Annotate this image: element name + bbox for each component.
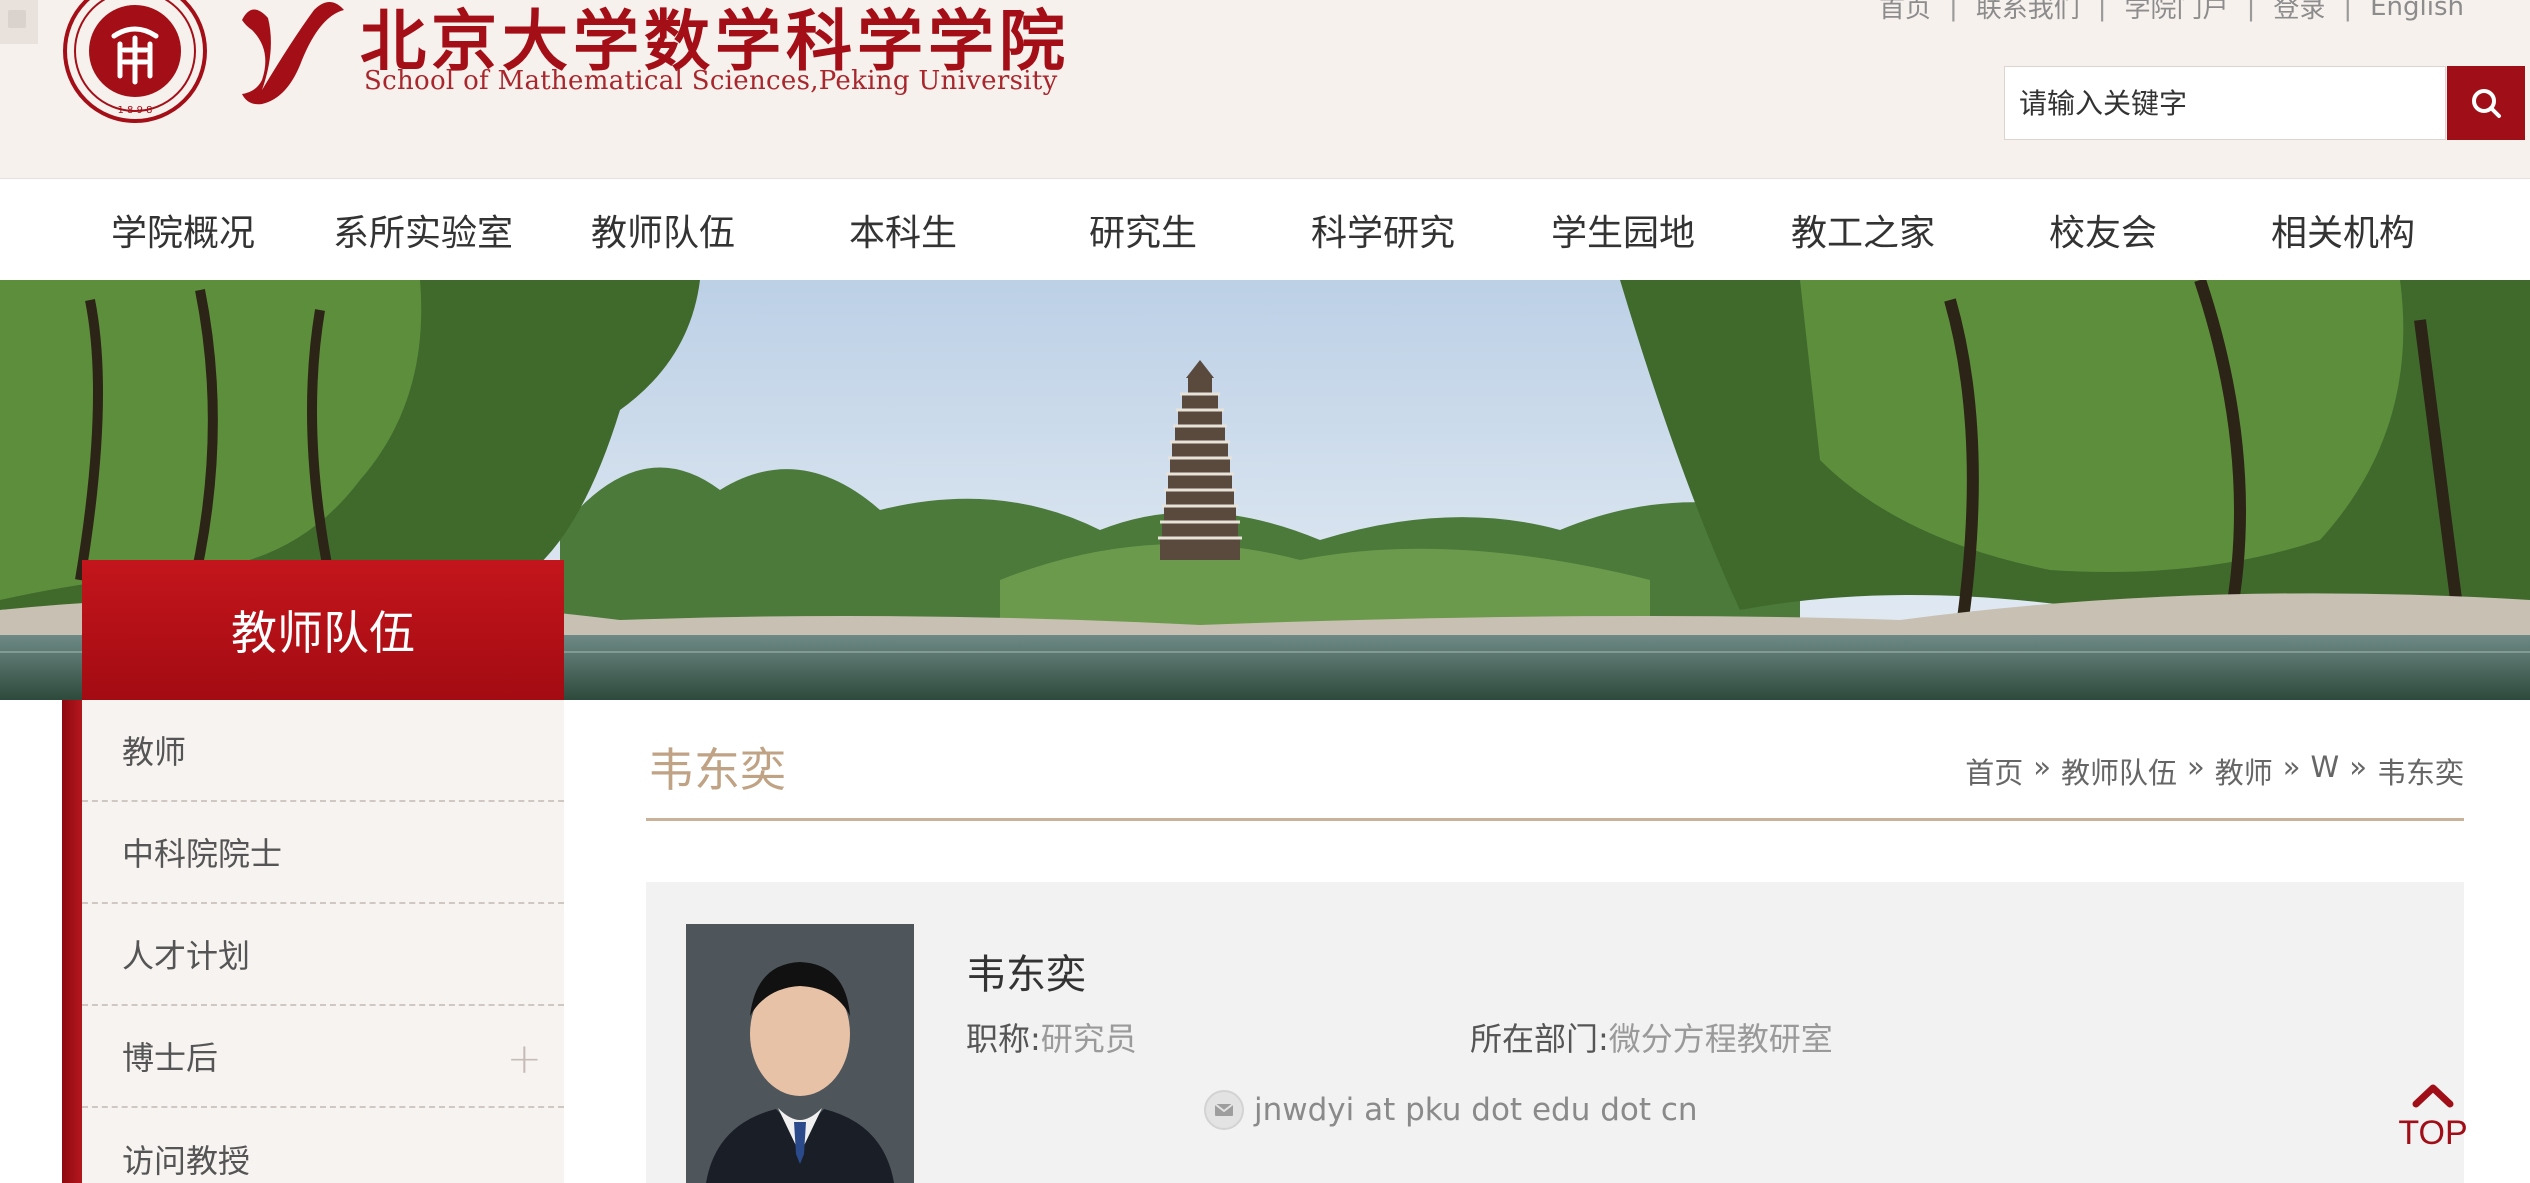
link-separator: | [2097, 0, 2107, 22]
search-icon [2472, 89, 2501, 118]
profile-name: 韦东奕 [966, 952, 1086, 998]
nav-item-institutions[interactable]: 相关机构 [2223, 179, 2463, 281]
title-value: 研究员 [1040, 1020, 1137, 1058]
breadcrumb: 首页 » 教师队伍 » 教师 » W » 韦东奕 [1965, 750, 2464, 792]
top-link-login[interactable]: 登录 [2273, 0, 2325, 25]
nav-item-graduate[interactable]: 研究生 [1023, 179, 1263, 281]
profile-title-row: 职称:研究员 [966, 1014, 1137, 1060]
breadcrumb-faculty[interactable]: 教师队伍 [2061, 750, 2177, 792]
email-text: jnwdyi at pku dot edu dot cn [1254, 1092, 1698, 1128]
top-link-portal[interactable]: 学院门户 [2125, 0, 2229, 25]
top-links: 首页 | 联系我们 | 学院门户 | 登录 | English [1879, 0, 2464, 25]
link-separator: | [2246, 0, 2256, 22]
svg-text:1 8 9 8: 1 8 9 8 [118, 105, 153, 116]
breadcrumb-separator: » [2282, 750, 2301, 784]
nav-item-staff[interactable]: 教工之家 [1743, 179, 1983, 281]
breadcrumb-separator: » [2187, 750, 2205, 784]
profile-photo [686, 924, 914, 1183]
profile-card: 韦东奕 职称:研究员 所在部门:微分方程教研室 jnwdyi at pku do… [646, 882, 2464, 1183]
sidebar-title: 教师队伍 [82, 560, 564, 700]
breadcrumb-home[interactable]: 首页 [1965, 750, 2023, 792]
sidebar-menu: 教师 中科院院士 人才计划 博士后 + 访问教授 [82, 700, 564, 1183]
nav-item-faculty[interactable]: 教师队伍 [543, 179, 783, 281]
dept-value[interactable]: 微分方程教研室 [1609, 1020, 1833, 1058]
sidebar-item-label: 访问教授 [122, 1142, 251, 1180]
sidebar-accent-bar [62, 700, 82, 1183]
chevron-up-icon [2412, 1084, 2454, 1108]
corner-widget[interactable] [0, 0, 38, 44]
search-box [2004, 66, 2446, 140]
link-separator: | [2343, 0, 2353, 22]
top-link-home[interactable]: 首页 [1879, 0, 1931, 25]
dept-label: 所在部门: [1470, 1020, 1609, 1058]
link-separator: | [1949, 0, 1958, 22]
breadcrumb-separator: » [2349, 750, 2367, 784]
sidebar-item-postdoc[interactable]: 博士后 + [82, 1006, 564, 1108]
breadcrumb-separator: » [2033, 750, 2052, 784]
site-header: 1 8 9 8 北京大学数学科学学院 School of Mathematica… [0, 0, 2530, 178]
sidebar-item-talent-programs[interactable]: 人才计划 [82, 904, 564, 1006]
top-link-contact[interactable]: 联系我们 [1976, 0, 2080, 25]
nav-item-undergraduate[interactable]: 本科生 [783, 179, 1023, 281]
back-to-top-button[interactable]: TOP [2398, 1072, 2468, 1172]
sidebar-item-academicians[interactable]: 中科院院士 [82, 802, 564, 904]
back-to-top-label: TOP [2398, 1114, 2468, 1152]
nav-item-overview[interactable]: 学院概况 [63, 179, 303, 281]
breadcrumb-letter[interactable]: W [2311, 750, 2340, 792]
nav-item-students[interactable]: 学生园地 [1503, 179, 1743, 281]
breadcrumb-teachers[interactable]: 教师 [2215, 750, 2273, 792]
main-nav: 学院概况 系所实验室 教师队伍 本科生 研究生 科学研究 学生园地 教工之家 校… [0, 178, 2530, 280]
nav-item-departments[interactable]: 系所实验室 [303, 179, 543, 281]
search-input[interactable] [2005, 67, 2445, 139]
sidebar-item-label: 中科院院士 [122, 835, 283, 873]
school-emblem-logo [242, 2, 344, 105]
school-name-en: School of Mathematical Sciences,Peking U… [364, 66, 1058, 96]
page-title: 韦东奕 [648, 743, 786, 797]
pku-seal-logo[interactable]: 1 8 9 8 [62, 0, 208, 124]
sidebar-item-label: 教师 [122, 733, 187, 771]
profile-dept-row: 所在部门:微分方程教研室 [1470, 1014, 1833, 1060]
sidebar-item-faculty[interactable]: 教师 [82, 700, 564, 802]
profile-email: jnwdyi at pku dot edu dot cn [1204, 1090, 1698, 1130]
nav-item-alumni[interactable]: 校友会 [1983, 179, 2223, 281]
nav-item-research[interactable]: 科学研究 [1263, 179, 1503, 281]
sidebar-item-visiting-professors[interactable]: 访问教授 [82, 1108, 564, 1183]
top-link-english[interactable]: English [2370, 0, 2464, 22]
search-button[interactable] [2447, 66, 2525, 140]
sidebar-item-label: 博士后 [122, 1039, 219, 1077]
mail-icon [1204, 1090, 1244, 1130]
title-divider [646, 818, 2464, 821]
expand-plus-icon[interactable]: + [507, 1034, 542, 1083]
title-label: 职称: [966, 1020, 1041, 1058]
breadcrumb-current: 韦东奕 [2376, 756, 2464, 790]
sidebar-item-label: 人才计划 [122, 937, 251, 975]
